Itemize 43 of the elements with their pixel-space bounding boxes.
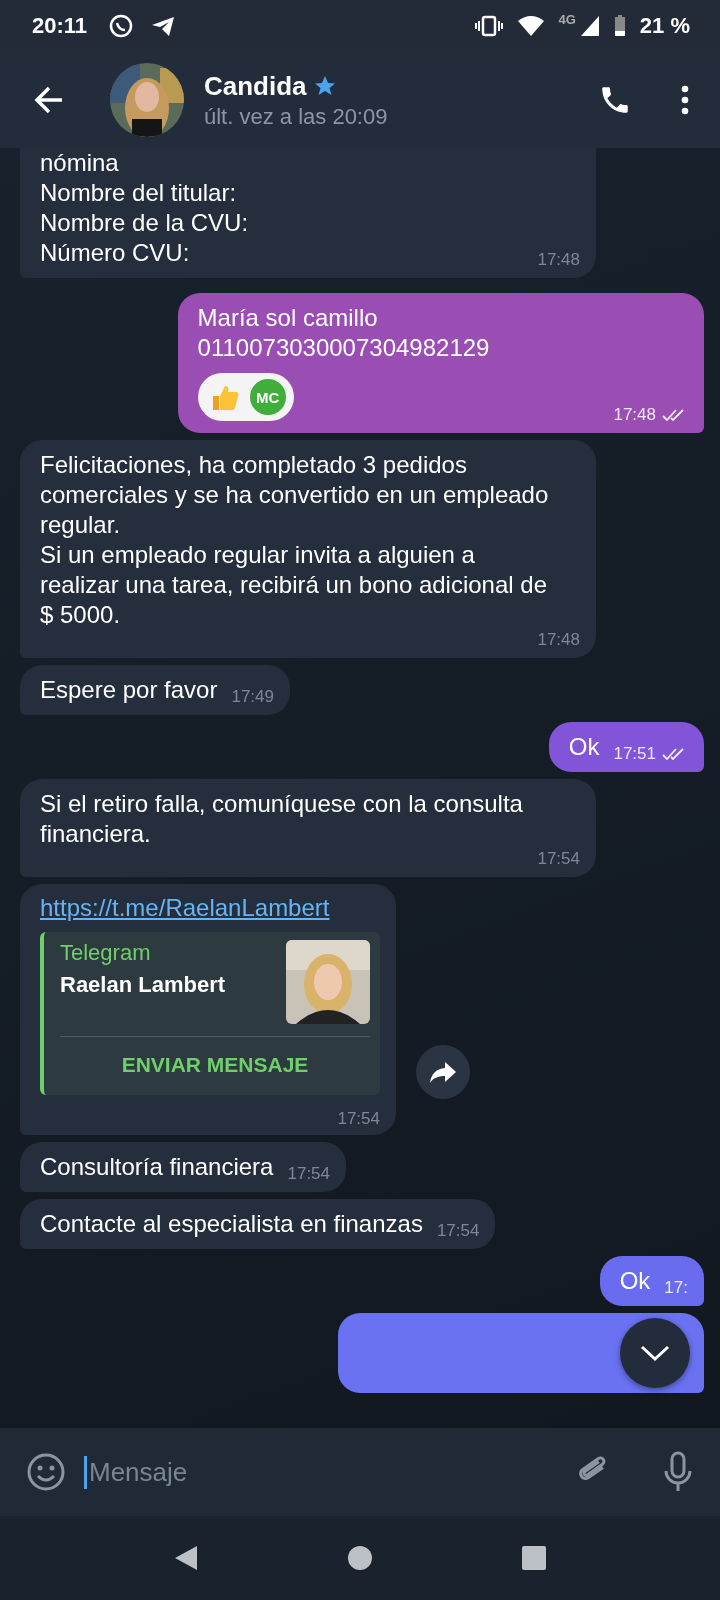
chevron-down-icon xyxy=(640,1344,670,1362)
message-time: 17:48 xyxy=(537,630,580,650)
share-button[interactable] xyxy=(416,1045,470,1099)
message-time: 17: xyxy=(664,1278,688,1298)
message-time: 17:51 xyxy=(613,744,656,764)
message-text: Si el retiro falla, comuníquese con la consulta financiera. xyxy=(40,789,524,849)
send-message-button[interactable]: ENVIAR MENSAJE xyxy=(60,1047,370,1083)
last-seen: últ. vez a las 20:09 xyxy=(204,103,389,130)
user-initials: MC xyxy=(249,379,286,415)
network-label: 4G xyxy=(558,12,576,27)
message-text: Consultoría financiera xyxy=(40,1152,274,1182)
more-icon[interactable] xyxy=(680,85,690,115)
message-time: 17:54 xyxy=(436,1221,480,1241)
emoji-icon[interactable] xyxy=(26,1452,66,1492)
message-text: María sol camillo 0110073030007304982129 xyxy=(197,303,491,363)
link-preview[interactable]: Telegram Raelan Lambert ENVIAR MENSAJE xyxy=(40,932,380,1095)
recents-icon[interactable] xyxy=(521,1545,547,1571)
battery-percent: 21 % xyxy=(639,13,690,39)
message-time: 17:54 xyxy=(537,849,580,869)
message-text: Felicitaciones, ha completado 3 pedidos comerciales y se ha convertido en un empleado regular. Si un empleado regular invita a alguien a realizar una tarea, recibirá un bono adicional de $ 5000. xyxy=(40,450,550,630)
wifi-icon xyxy=(516,15,545,37)
message-time: 17:48 xyxy=(613,405,656,425)
battery-icon xyxy=(613,15,626,37)
message-time: 17:54 xyxy=(337,1109,380,1129)
message-text: nómina Nombre del titular: Nombre de la CVU: Número CVU: xyxy=(40,148,249,268)
home-icon[interactable] xyxy=(347,1545,373,1571)
microphone-icon[interactable] xyxy=(662,1451,694,1493)
signal-icon xyxy=(579,15,600,37)
message-text: Espere por favor xyxy=(40,675,218,705)
message-time: 17:48 xyxy=(537,250,580,270)
message-text: Ok xyxy=(619,1266,651,1296)
preview-site: Telegram xyxy=(60,940,152,966)
status-time: 20:11 xyxy=(32,13,88,39)
message-time: 17:54 xyxy=(287,1164,330,1184)
message-text: Contacte al especialista en finanzas xyxy=(40,1209,423,1239)
share-arrow-icon xyxy=(429,1060,457,1084)
contact-name: Candida xyxy=(204,70,307,102)
preview-title: Raelan Lambert xyxy=(60,972,227,998)
message-link[interactable]: https://t.me/RaelanLambert xyxy=(40,894,380,922)
message-text: Ok xyxy=(568,732,600,762)
back-triangle-icon[interactable] xyxy=(173,1544,199,1572)
vibrate-icon xyxy=(474,14,503,38)
message-time: 17:49 xyxy=(231,687,274,707)
